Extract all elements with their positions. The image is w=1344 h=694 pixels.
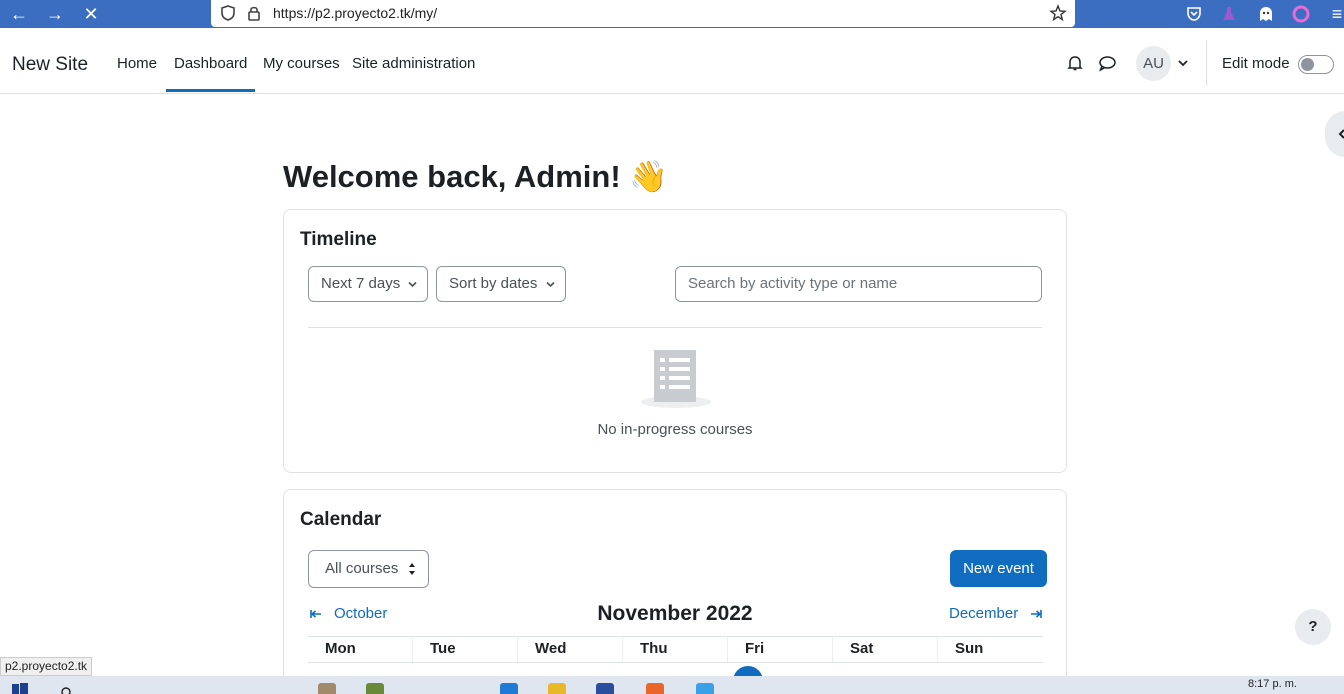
pocket-icon[interactable] (1185, 5, 1203, 23)
lock-icon[interactable] (245, 4, 263, 22)
course-filter-label: All courses (325, 560, 399, 577)
day-header-wed: Wed (518, 636, 623, 662)
day-header-tue: Tue (413, 636, 518, 662)
help-button[interactable]: ? (1295, 609, 1331, 645)
os-taskbar (0, 676, 1344, 694)
welcome-text: Welcome back, Admin! (283, 159, 621, 194)
calendar-title: Calendar (300, 509, 382, 530)
color-extension-icon[interactable] (1292, 5, 1310, 23)
sort-filter-label: Sort by dates (449, 275, 538, 292)
site-navbar: New Site Home Dashboard My courses Site … (0, 28, 1344, 94)
nav-home[interactable]: Home (117, 55, 157, 72)
timeline-sort-filter[interactable]: Sort by dates (436, 266, 566, 302)
taskbar-app-icon[interactable] (696, 683, 714, 694)
chevron-down-icon[interactable] (1178, 59, 1188, 67)
course-filter-select[interactable]: All courses (308, 550, 429, 588)
nav-dashboard[interactable]: Dashboard (174, 55, 247, 72)
shield-icon[interactable] (219, 4, 237, 22)
star-bookmark-icon[interactable] (1049, 4, 1067, 22)
nav-site-administration[interactable]: Site administration (352, 55, 475, 72)
page-title: Welcome back, Admin! 👋 (283, 158, 668, 195)
forward-arrow-icon[interactable]: → (44, 4, 66, 24)
timeline-search-input[interactable]: Search by activity type or name (675, 266, 1042, 302)
ghost-extension-icon[interactable] (1257, 5, 1275, 23)
stop-loading-icon[interactable]: ✕ (80, 4, 102, 24)
windows-start-icon[interactable] (12, 683, 28, 694)
taskbar-clock[interactable]: 8:17 p. m. (1248, 678, 1297, 690)
sort-arrows-icon (409, 563, 415, 575)
next-month-arrow-icon[interactable] (1030, 609, 1042, 619)
taskbar-app-icon[interactable] (318, 683, 336, 694)
empty-list-icon (641, 350, 711, 408)
firefox-icon[interactable] (646, 683, 664, 694)
timeline-divider (308, 327, 1042, 328)
back-arrow-icon[interactable]: ← (8, 4, 30, 24)
empty-state-message: No in-progress courses (597, 421, 753, 438)
bell-icon[interactable] (1066, 54, 1084, 72)
browser-toolbar: ← → ✕ https://p2.proyecto2.tk/my/ ≡ (0, 0, 1344, 28)
day-header-sun: Sun (955, 640, 984, 657)
next-month-link[interactable]: December (949, 605, 1018, 622)
taskbar-app-icon[interactable] (366, 683, 384, 694)
timeline-block: Timeline Next 7 days Sort by dates Searc… (283, 209, 1067, 473)
taskbar-app-icon[interactable] (596, 683, 614, 694)
nav-my-courses[interactable]: My courses (263, 55, 340, 72)
file-explorer-icon[interactable] (548, 683, 566, 694)
calendar-block: Calendar All courses New event October N… (283, 489, 1067, 689)
waving-hand-emoji: 👋 (629, 159, 668, 194)
navbar-divider (1206, 40, 1207, 86)
url-text[interactable]: https://p2.proyecto2.tk/my/ (273, 5, 437, 21)
status-bar-url: p2.proyecto2.tk (0, 657, 93, 676)
taskbar-search-icon[interactable] (60, 686, 72, 694)
timeline-title: Timeline (300, 229, 377, 250)
extension-flask-icon[interactable] (1220, 5, 1238, 23)
day-filter-label: Next 7 days (321, 275, 401, 292)
timeline-day-filter[interactable]: Next 7 days (308, 266, 428, 302)
new-event-button[interactable]: New event (950, 550, 1047, 587)
menu-icon[interactable]: ≡ (1326, 4, 1344, 24)
user-avatar[interactable]: AU (1136, 46, 1171, 81)
chat-bubble-icon[interactable] (1098, 55, 1117, 72)
day-header-mon: Mon (308, 636, 413, 662)
toggle-knob (1301, 58, 1314, 71)
day-header-sat: Sat (833, 636, 938, 662)
chevron-left-icon (1338, 129, 1344, 139)
active-nav-indicator (166, 89, 255, 92)
day-header-fri: Fri (728, 636, 833, 662)
calendar-header-bottom-border (308, 662, 1043, 663)
block-drawer-toggle[interactable] (1325, 111, 1344, 157)
chevron-down-icon (408, 281, 417, 288)
site-brand[interactable]: New Site (12, 54, 88, 76)
chevron-down-icon (546, 281, 555, 288)
edit-mode-toggle[interactable] (1298, 55, 1334, 74)
address-bar[interactable]: https://p2.proyecto2.tk/my/ (211, 0, 1075, 27)
edit-mode-label: Edit mode (1222, 55, 1290, 72)
day-header-thu: Thu (623, 636, 728, 662)
edge-icon[interactable] (500, 683, 518, 694)
